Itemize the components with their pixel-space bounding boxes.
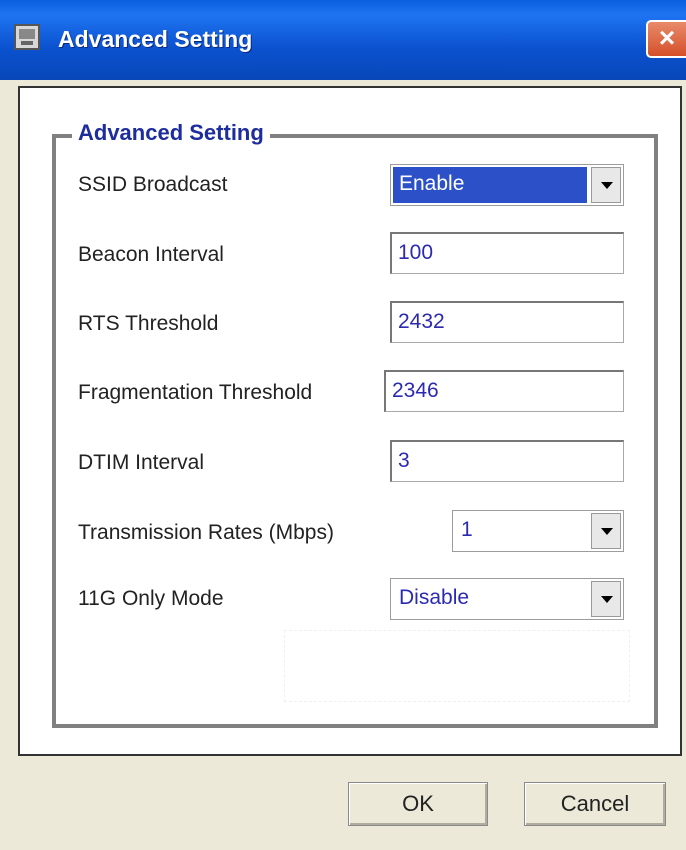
advanced-setting-dialog: Advanced Setting × Advanced Setting SSID… xyxy=(0,0,686,850)
11g-only-mode-select[interactable]: Disable xyxy=(390,578,624,620)
dropdown-arrow-icon[interactable] xyxy=(591,581,621,617)
window-title: Advanced Setting xyxy=(58,26,253,52)
empty-placeholder-area xyxy=(284,630,630,702)
dtim-interval-input[interactable]: 3 xyxy=(390,440,624,482)
ok-button[interactable]: OK xyxy=(348,782,488,826)
transmission-rates-label: Transmission Rates (Mbps) xyxy=(78,521,334,544)
beacon-interval-input[interactable]: 100 xyxy=(390,232,624,274)
rts-threshold-label: RTS Threshold xyxy=(78,312,219,335)
ssid-broadcast-select[interactable]: Enable xyxy=(390,164,624,206)
close-icon: × xyxy=(658,22,676,53)
dropdown-arrow-icon[interactable] xyxy=(591,167,621,203)
groupbox-legend: Advanced Setting xyxy=(72,118,270,148)
fragmentation-threshold-label: Fragmentation Threshold xyxy=(78,381,313,404)
cancel-button[interactable]: Cancel xyxy=(524,782,666,826)
window-app-icon xyxy=(14,24,40,50)
ssid-broadcast-label: SSID Broadcast xyxy=(78,173,228,196)
11g-only-mode-label: 11G Only Mode xyxy=(78,587,224,610)
dtim-interval-label: DTIM Interval xyxy=(78,451,205,474)
transmission-rates-select[interactable]: 1 xyxy=(452,510,624,552)
title-bar[interactable]: Advanced Setting × xyxy=(0,0,686,80)
fragmentation-threshold-input[interactable]: 2346 xyxy=(384,370,624,412)
dropdown-arrow-icon[interactable] xyxy=(591,513,621,549)
ssid-broadcast-value: Enable xyxy=(393,167,587,203)
transmission-rates-value: 1 xyxy=(461,518,473,541)
rts-threshold-input[interactable]: 2432 xyxy=(390,301,624,343)
11g-only-mode-value: Disable xyxy=(399,586,470,609)
beacon-interval-label: Beacon Interval xyxy=(78,243,224,266)
close-button[interactable]: × xyxy=(646,20,686,58)
